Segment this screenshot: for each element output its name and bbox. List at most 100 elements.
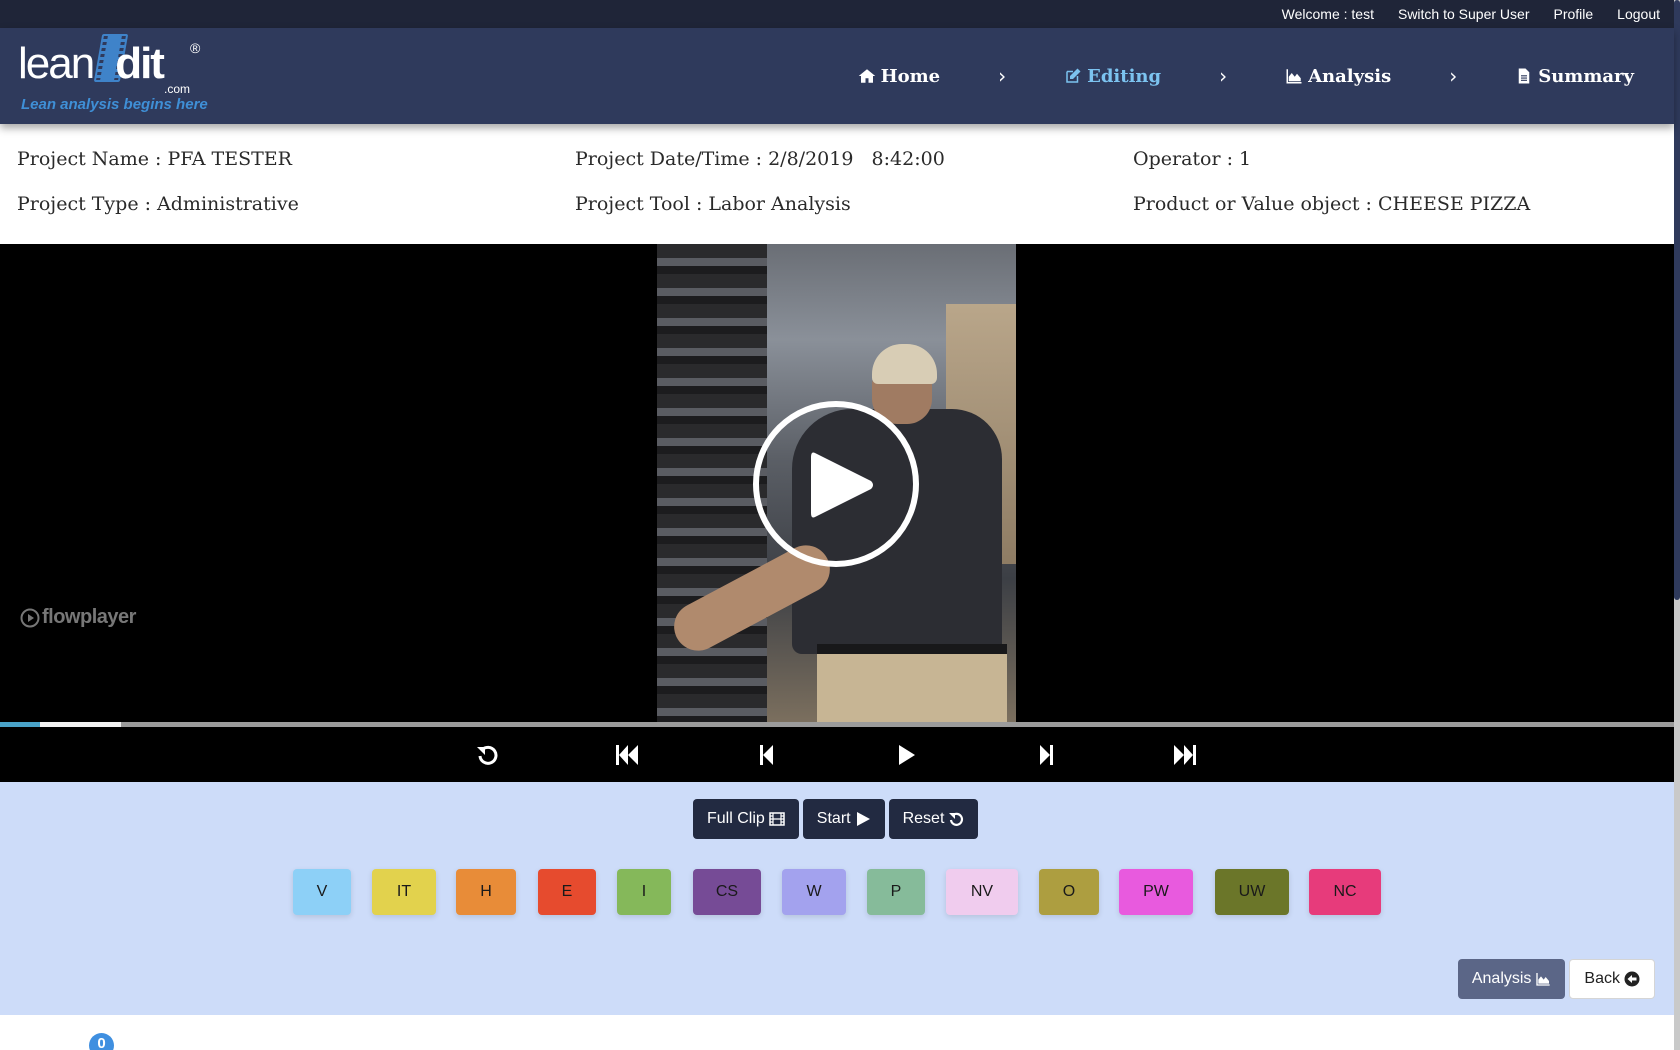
category-button-v[interactable]: V (293, 869, 351, 915)
reset-button[interactable]: Reset (888, 799, 979, 839)
area-chart-icon (1286, 69, 1302, 84)
project-info: Project Name : PFA TESTER Project Date/T… (0, 124, 1674, 244)
flowplayer-brand: flowplayer (42, 606, 136, 628)
skip-to-start-icon (616, 745, 638, 765)
category-button-o[interactable]: O (1039, 869, 1099, 915)
category-button-nv[interactable]: NV (946, 869, 1018, 915)
arrow-circle-left-icon (1624, 971, 1640, 987)
category-button-nc[interactable]: NC (1309, 869, 1381, 915)
switch-super-user-link[interactable]: Switch to Super User (1398, 6, 1530, 22)
count-badge: 0 (89, 1033, 114, 1050)
logo-lean: lean (18, 39, 95, 88)
film-icon (769, 812, 785, 826)
nav-separator: › (1449, 64, 1458, 88)
skip-to-end-button[interactable] (1171, 741, 1199, 769)
logo-wordmark: lean dit (18, 39, 165, 88)
category-button-e[interactable]: E (538, 869, 596, 915)
logo-tagline: Lean analysis begins here (21, 96, 208, 113)
clip-actions: Full Clip Start Reset (693, 799, 979, 839)
analysis-button[interactable]: Analysis (1457, 959, 1566, 999)
category-code: NV (970, 883, 994, 900)
start-label: Start (816, 810, 851, 827)
nav-separator: › (998, 64, 1007, 88)
category-code: W (806, 883, 822, 900)
project-tool: Project Tool : Labor Analysis (575, 193, 851, 215)
logo-edit: dit (115, 39, 165, 88)
category-button-h[interactable]: H (456, 869, 516, 915)
nav-separator: › (1219, 64, 1228, 88)
nav-editing-label: Editing (1087, 65, 1162, 87)
category-code: V (316, 883, 328, 900)
video-player[interactable]: flowplayer (0, 244, 1674, 722)
nav-analysis[interactable]: Analysis (1285, 66, 1391, 87)
big-play-button[interactable] (753, 401, 919, 567)
video-scene-belt (817, 644, 1007, 654)
nav-editing[interactable]: Editing (1064, 66, 1161, 87)
main-navbar: lean dit ® .com Lean analysis begins here… (0, 28, 1674, 124)
play-icon (856, 812, 870, 826)
category-code: H (480, 883, 492, 900)
category-code: IT (396, 883, 412, 900)
category-code: I (641, 883, 647, 900)
analysis-label: Analysis (1471, 970, 1532, 987)
scrollbar-thumb[interactable] (1674, 0, 1680, 600)
category-button-cs[interactable]: CS (693, 869, 761, 915)
replay-button[interactable] (473, 741, 501, 769)
activity-category-buttons: V IT H E I CS W P NV O PW UW NC (0, 869, 1674, 915)
welcome-text: Welcome : test (1281, 6, 1374, 22)
skip-to-start-button[interactable] (613, 741, 641, 769)
workflow-nav: Home › Editing › Analysis › Summary (858, 28, 1634, 124)
start-button[interactable]: Start (802, 799, 885, 839)
nav-analysis-label: Analysis (1308, 65, 1392, 87)
play-icon (899, 745, 915, 765)
category-code: NC (1333, 883, 1357, 900)
project-product: Product or Value object : CHEESE PIZZA (1133, 193, 1531, 215)
player-controls (0, 727, 1674, 782)
user-links: Welcome : test Switch to Super User Prof… (1282, 0, 1660, 28)
category-button-pw[interactable]: PW (1119, 869, 1193, 915)
category-button-uw[interactable]: UW (1215, 869, 1289, 915)
step-forward-icon (1040, 745, 1053, 765)
project-operator: Operator : 1 (1133, 148, 1252, 170)
video-scene-pants (817, 644, 1007, 722)
play-icon (811, 452, 873, 518)
video-scene-cap (872, 344, 937, 384)
nav-summary-label: Summary (1538, 65, 1634, 87)
category-button-w[interactable]: W (782, 869, 846, 915)
full-clip-label: Full Clip (707, 810, 765, 827)
page-scrollbar[interactable] (1674, 0, 1680, 1050)
home-icon (858, 69, 875, 83)
page-nav-buttons: Analysis Back (1457, 959, 1655, 999)
replay-icon (477, 745, 498, 765)
editing-panel: Full Clip Start Reset V IT H E I CS W P NV O PW UW N… (0, 782, 1674, 1015)
profile-link[interactable]: Profile (1553, 6, 1593, 22)
category-button-it[interactable]: IT (372, 869, 436, 915)
flowplayer-logo-icon (20, 608, 40, 627)
project-name: Project Name : PFA TESTER (17, 148, 292, 170)
step-back-button[interactable] (753, 741, 781, 769)
step-forward-button[interactable] (1032, 741, 1060, 769)
nav-home-label: Home (880, 65, 941, 87)
full-clip-button[interactable]: Full Clip (693, 799, 799, 839)
reset-label: Reset (902, 810, 945, 827)
leanedit-logo[interactable]: lean dit ® .com Lean analysis begins here (18, 30, 208, 120)
category-code: UW (1238, 883, 1266, 900)
category-button-i[interactable]: I (617, 869, 671, 915)
back-label: Back (1584, 970, 1620, 987)
category-button-p[interactable]: P (867, 869, 925, 915)
undo-icon (949, 812, 964, 826)
project-date-time: Project Date/Time : 2/8/2019 8:42:00 (575, 148, 945, 170)
flowplayer-watermark[interactable]: flowplayer (20, 606, 136, 629)
nav-summary[interactable]: Summary (1515, 66, 1634, 87)
document-icon (1518, 68, 1530, 84)
nav-home[interactable]: Home (858, 65, 941, 87)
logo-domain: .com (164, 82, 191, 96)
play-button[interactable] (892, 741, 920, 769)
back-button[interactable]: Back (1569, 959, 1655, 999)
logout-link[interactable]: Logout (1617, 6, 1660, 22)
registered-mark: ® (190, 40, 201, 56)
video-scene-shelf (657, 244, 767, 722)
project-type: Project Type : Administrative (17, 193, 299, 215)
top-bar: Welcome : test Switch to Super User Prof… (0, 0, 1674, 28)
category-code: E (561, 883, 573, 900)
